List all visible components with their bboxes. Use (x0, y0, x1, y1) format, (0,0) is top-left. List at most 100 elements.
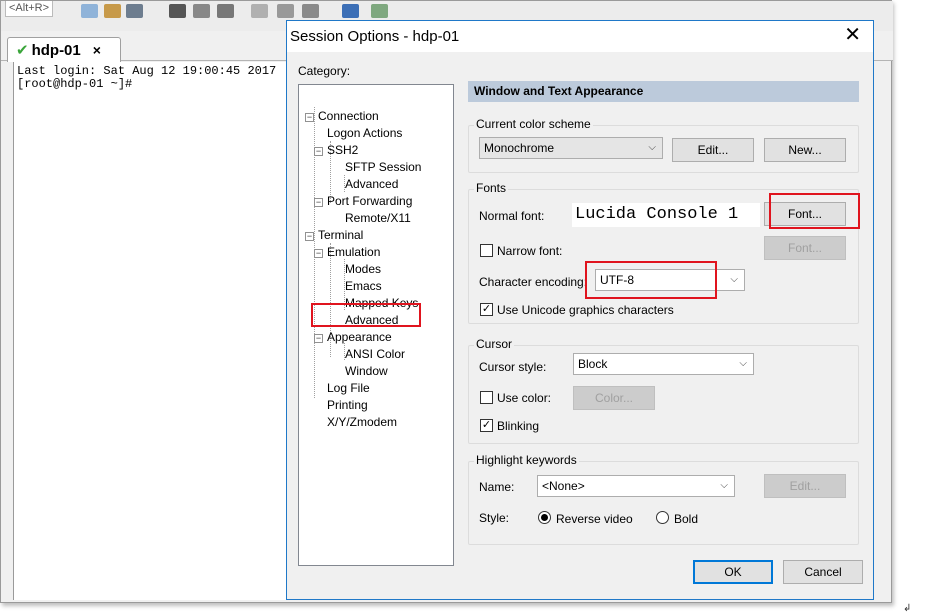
tree-item-emacs[interactable]: Emacs (345, 279, 382, 293)
dialog-titlebar[interactable]: Session Options - hdp-01 ✕ (287, 21, 873, 52)
session-options-dialog: Session Options - hdp-01 ✕ Category: − Co… (286, 20, 874, 600)
use-color-label: Use color: (497, 391, 552, 405)
highlight-name-label: Name: (479, 480, 515, 494)
collapse-icon[interactable]: − (305, 232, 314, 241)
tree-item-logon-actions[interactable]: Logon Actions (327, 126, 402, 140)
find-icon[interactable] (126, 4, 143, 18)
tree-item-appearance[interactable]: − Appearance (314, 330, 392, 344)
color-scheme-group-title: Current color scheme (474, 117, 593, 131)
tree-item-label: SSH2 (327, 143, 359, 157)
tree-item-port-forwarding[interactable]: − Port Forwarding (314, 194, 412, 208)
chevron-down-icon: ⌵ (720, 480, 728, 491)
tree-item-label: ANSI Color (345, 347, 406, 361)
tree-item-printing[interactable]: Printing (327, 398, 368, 412)
print-selection-icon[interactable] (193, 4, 210, 18)
character-encoding-label: Character encoding: (479, 275, 588, 289)
blinking-label: Blinking (497, 419, 540, 433)
cursor-style-select[interactable]: Block ⌵ (573, 353, 754, 375)
tree-item-label: SFTP Session (345, 160, 422, 174)
tree-item-label: Appearance (327, 330, 392, 344)
blinking-checkbox[interactable]: ✓ (480, 419, 493, 432)
tree-item-label: Window (345, 364, 388, 378)
print-icon[interactable] (169, 4, 186, 18)
use-color-checkbox[interactable] (480, 391, 493, 404)
cursor-color-button[interactable]: Color... (573, 386, 655, 410)
bold-label: Bold (674, 512, 699, 526)
narrow-font-checkbox[interactable] (480, 244, 493, 257)
tree-item-ssh2-advanced[interactable]: Advanced (345, 177, 398, 191)
copy-icon[interactable] (81, 4, 98, 18)
paste-icon[interactable] (104, 4, 121, 18)
connected-check-icon: ✔ (16, 42, 29, 59)
tree-item-label: Emulation (327, 245, 381, 259)
appearance-highlight-box (311, 303, 421, 327)
collapse-icon[interactable]: − (314, 249, 323, 258)
tree-item-remote-x11[interactable]: Remote/X11 (345, 211, 411, 225)
ok-button[interactable]: OK (693, 560, 773, 584)
narrow-font-label: Narrow font: (497, 244, 563, 258)
session-tab-label: hdp-01 (31, 41, 81, 59)
session-tab[interactable]: ✔ hdp-01 × (7, 37, 121, 62)
cancel-button[interactable]: Cancel (783, 560, 863, 584)
tree-item-label: Connection (318, 109, 379, 123)
keymap-icon[interactable] (302, 4, 319, 18)
collapse-icon[interactable]: − (305, 113, 314, 122)
tree-item-terminal[interactable]: − Terminal (305, 228, 363, 242)
terminal-output[interactable]: Last login: Sat Aug 12 19:00:45 2017 [ro… (13, 62, 291, 600)
narrow-font-button[interactable]: Font... (764, 236, 846, 260)
tree-item-label: Port Forwarding (327, 194, 413, 208)
tree-item-label: Advanced (345, 177, 399, 191)
sftp-icon[interactable] (371, 4, 388, 18)
collapse-icon[interactable]: − (314, 198, 323, 207)
tree-item-label: Printing (327, 398, 368, 412)
bold-radio[interactable] (656, 511, 669, 524)
highlight-name-select[interactable]: <None> ⌵ (537, 475, 735, 497)
highlight-name-value: <None> (542, 479, 585, 493)
close-icon[interactable]: ✕ (844, 25, 861, 45)
unicode-graphics-checkbox[interactable]: ✓ (480, 303, 493, 316)
highlight-style-label: Style: (479, 511, 510, 525)
cursor-style-label: Cursor style: (479, 360, 547, 374)
color-scheme-edit-button[interactable]: Edit... (672, 138, 754, 162)
tree-item-label: Modes (345, 262, 382, 276)
tree-item-label: Emacs (345, 279, 382, 293)
cursor-group-title: Cursor (474, 337, 515, 351)
tree-item-connection[interactable]: − Connection (305, 109, 379, 123)
tree-item-modes[interactable]: Modes (345, 262, 381, 276)
highlight-edit-button[interactable]: Edit... (764, 474, 846, 498)
highlight-keywords-group-title: Highlight keywords (474, 453, 579, 467)
cursor-style-value: Block (578, 357, 608, 371)
chevron-down-icon: ⌵ (648, 142, 656, 153)
terminal-line: Last login: Sat Aug 12 19:00:45 2017 (17, 64, 277, 78)
tree-item-ansi-color[interactable]: ANSI Color (345, 347, 405, 361)
help-icon[interactable] (342, 4, 359, 18)
normal-font-preview: Lucida Console 1 (572, 203, 760, 227)
tree-item-label: Logon Actions (327, 126, 403, 140)
collapse-icon[interactable]: − (314, 334, 323, 343)
tab-close-icon[interactable]: × (93, 42, 101, 58)
session-options-icon[interactable] (251, 4, 268, 18)
collapse-icon[interactable]: − (314, 147, 323, 156)
tree-item-log-file[interactable]: Log File (327, 381, 370, 395)
unicode-graphics-label: Use Unicode graphics characters (497, 303, 674, 317)
tree-item-ssh2[interactable]: − SSH2 (314, 143, 358, 157)
return-mark-icon: ↲ (903, 603, 912, 614)
normal-font-label: Normal font: (479, 209, 545, 223)
chevron-down-icon: ⌵ (739, 358, 747, 369)
reverse-video-radio[interactable] (538, 511, 551, 524)
tree-item-emulation[interactable]: − Emulation (314, 245, 380, 259)
color-scheme-select[interactable]: Monochrome ⌵ (479, 137, 663, 159)
tree-item-sftp-session[interactable]: SFTP Session (345, 160, 421, 174)
section-header: Window and Text Appearance (468, 81, 859, 102)
color-scheme-new-button[interactable]: New... (764, 138, 846, 162)
dialog-title: Session Options - hdp-01 (290, 28, 460, 45)
toolbar-shortcut-hint: <Alt+R> (5, 1, 54, 17)
tree-item-window[interactable]: Window (345, 364, 388, 378)
encoding-highlight-box (585, 261, 717, 299)
tree-item-label: Remote/X11 (345, 211, 411, 225)
font-button-highlight-box (769, 193, 860, 229)
tree-item-xyzmodem[interactable]: X/Y/Zmodem (327, 415, 397, 429)
print-screen-icon[interactable] (217, 4, 234, 18)
tree-item-label: X/Y/Zmodem (327, 415, 398, 429)
tools-icon[interactable] (277, 4, 294, 18)
